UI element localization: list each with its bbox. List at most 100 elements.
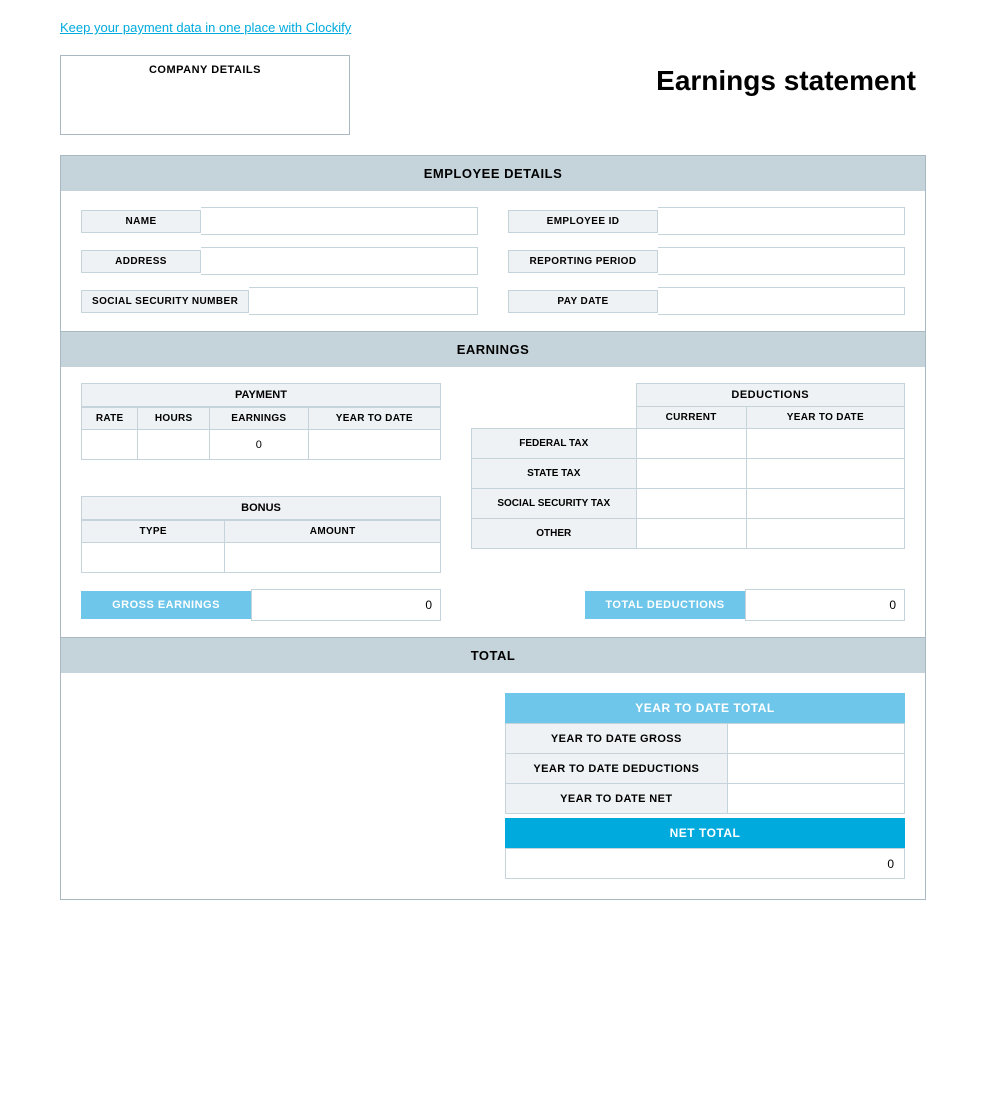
employee-left-col: NAME ADDRESS SOCIAL SECURITY NUMBER (81, 207, 478, 315)
bonus-table: TYPE AMOUNT (81, 520, 441, 573)
payment-col-earnings: EARNINGS (210, 408, 309, 430)
left-column: PAYMENT RATE HOURS EARNINGS YEAR TO DATE (81, 383, 441, 573)
state-tax-current[interactable] (636, 459, 746, 489)
ytd-table-wrap: YEAR TO DATE TOTAL YEAR TO DATE GROSS YE… (505, 693, 905, 879)
payment-col-ytd: YEAR TO DATE (308, 408, 440, 430)
deductions-table: DEDUCTIONS CURRENT YEAR TO DATE (471, 383, 905, 549)
net-total-header: NET TOTAL (505, 818, 905, 848)
right-column: DEDUCTIONS CURRENT YEAR TO DATE (471, 383, 905, 573)
payment-col-hours: HOURS (138, 408, 210, 430)
address-input[interactable] (201, 247, 478, 275)
employee-id-input[interactable] (658, 207, 905, 235)
net-total-row: 0 (506, 849, 905, 879)
deductions-col-ytd: YEAR TO DATE (746, 407, 904, 429)
employee-grid: NAME ADDRESS SOCIAL SECURITY NUMBER (81, 207, 905, 315)
ytd-net-label: YEAR TO DATE NET (506, 784, 728, 814)
other-current[interactable] (636, 519, 746, 549)
ssn-input[interactable] (249, 287, 478, 315)
employee-id-label: EMPLOYEE ID (508, 210, 658, 233)
top-link-container: Keep your payment data in one place with… (0, 0, 986, 45)
employee-id-field-row: EMPLOYEE ID (508, 207, 905, 235)
bonus-type-cell[interactable] (82, 543, 225, 573)
payment-row: 0 (82, 430, 441, 460)
payment-hours-cell[interactable] (138, 430, 210, 460)
employee-right-col: EMPLOYEE ID REPORTING PERIOD PAY DATE (508, 207, 905, 315)
earnings-header: EARNINGS (61, 332, 925, 367)
earnings-section: EARNINGS PAYMENT RATE HOURS EARNIN (60, 332, 926, 638)
bonus-table-header: BONUS (81, 496, 441, 520)
deductions-main-header: DEDUCTIONS (636, 384, 904, 407)
payment-table-wrap: PAYMENT RATE HOURS EARNINGS YEAR TO DATE (81, 383, 441, 460)
gross-earnings-value: 0 (251, 589, 441, 621)
deductions-federal-row: FEDERAL TAX (472, 429, 905, 459)
ytd-gross-row: YEAR TO DATE GROSS (506, 724, 905, 754)
employee-details-section: EMPLOYEE DETAILS NAME ADDRESS (60, 155, 926, 332)
ytd-total-header: YEAR TO DATE TOTAL (505, 693, 905, 723)
ss-tax-current[interactable] (636, 489, 746, 519)
payment-earnings-cell[interactable]: 0 (210, 430, 309, 460)
ss-tax-label: SOCIAL SECURITY TAX (472, 489, 637, 519)
pay-date-input[interactable] (658, 287, 905, 315)
net-total-value: 0 (506, 849, 905, 879)
ytd-table: YEAR TO DATE GROSS YEAR TO DATE DEDUCTIO… (505, 723, 905, 814)
ss-tax-ytd[interactable] (746, 489, 904, 519)
employee-details-body: NAME ADDRESS SOCIAL SECURITY NUMBER (61, 191, 925, 331)
deductions-state-row: STATE TAX (472, 459, 905, 489)
address-label: ADDRESS (81, 250, 201, 273)
other-ytd[interactable] (746, 519, 904, 549)
gross-earnings-label: GROSS EARNINGS (81, 591, 251, 619)
employee-details-header: EMPLOYEE DETAILS (61, 156, 925, 191)
total-header: TOTAL (61, 638, 925, 673)
earnings-title: Earnings statement (656, 55, 926, 97)
ytd-deductions-row: YEAR TO DATE DEDUCTIONS (506, 754, 905, 784)
deductions-col-current: CURRENT (636, 407, 746, 429)
reporting-period-field-row: REPORTING PERIOD (508, 247, 905, 275)
total-body: YEAR TO DATE TOTAL YEAR TO DATE GROSS YE… (61, 673, 925, 899)
company-box: COMPANY DETAILS (60, 55, 350, 135)
name-input[interactable] (201, 207, 478, 235)
deductions-ss-row: SOCIAL SECURITY TAX (472, 489, 905, 519)
net-total-table: 0 (505, 848, 905, 879)
reporting-period-input[interactable] (658, 247, 905, 275)
total-deductions-group: TOTAL DEDUCTIONS 0 (585, 589, 905, 621)
payment-ytd-cell[interactable] (308, 430, 440, 460)
bonus-col-type: TYPE (82, 521, 225, 543)
header-row: COMPANY DETAILS Earnings statement (60, 55, 926, 135)
company-details-label: COMPANY DETAILS (149, 64, 261, 76)
state-tax-ytd[interactable] (746, 459, 904, 489)
payment-col-rate: RATE (82, 408, 138, 430)
bonus-col-amount: AMOUNT (225, 521, 441, 543)
name-label: NAME (81, 210, 201, 233)
ssn-label: SOCIAL SECURITY NUMBER (81, 290, 249, 313)
deductions-other-row: OTHER (472, 519, 905, 549)
bonus-table-wrap: BONUS TYPE AMOUNT (81, 496, 441, 573)
totals-row: GROSS EARNINGS 0 TOTAL DEDUCTIONS 0 (81, 589, 905, 621)
name-field-row: NAME (81, 207, 478, 235)
payment-table-header: PAYMENT (81, 383, 441, 407)
total-deductions-value: 0 (745, 589, 905, 621)
ytd-gross-value[interactable] (727, 724, 904, 754)
earnings-body: PAYMENT RATE HOURS EARNINGS YEAR TO DATE (61, 367, 925, 637)
ytd-gross-label: YEAR TO DATE GROSS (506, 724, 728, 754)
ytd-deductions-value[interactable] (727, 754, 904, 784)
pay-date-label: PAY DATE (508, 290, 658, 313)
gross-earnings-group: GROSS EARNINGS 0 (81, 589, 441, 621)
federal-tax-label: FEDERAL TAX (472, 429, 637, 459)
bonus-amount-cell[interactable] (225, 543, 441, 573)
other-label: OTHER (472, 519, 637, 549)
clockify-link[interactable]: Keep your payment data in one place with… (60, 20, 351, 35)
federal-tax-ytd[interactable] (746, 429, 904, 459)
reporting-period-label: REPORTING PERIOD (508, 250, 658, 273)
pay-date-field-row: PAY DATE (508, 287, 905, 315)
ssn-field-row: SOCIAL SECURITY NUMBER (81, 287, 478, 315)
payment-rate-cell[interactable] (82, 430, 138, 460)
address-field-row: ADDRESS (81, 247, 478, 275)
bonus-row (82, 543, 441, 573)
ytd-net-value[interactable] (727, 784, 904, 814)
main-container: COMPANY DETAILS Earnings statement EMPLO… (0, 45, 986, 930)
federal-tax-current[interactable] (636, 429, 746, 459)
ytd-deductions-label: YEAR TO DATE DEDUCTIONS (506, 754, 728, 784)
state-tax-label: STATE TAX (472, 459, 637, 489)
earnings-columns: PAYMENT RATE HOURS EARNINGS YEAR TO DATE (81, 383, 905, 573)
total-deductions-label: TOTAL DEDUCTIONS (585, 591, 745, 619)
